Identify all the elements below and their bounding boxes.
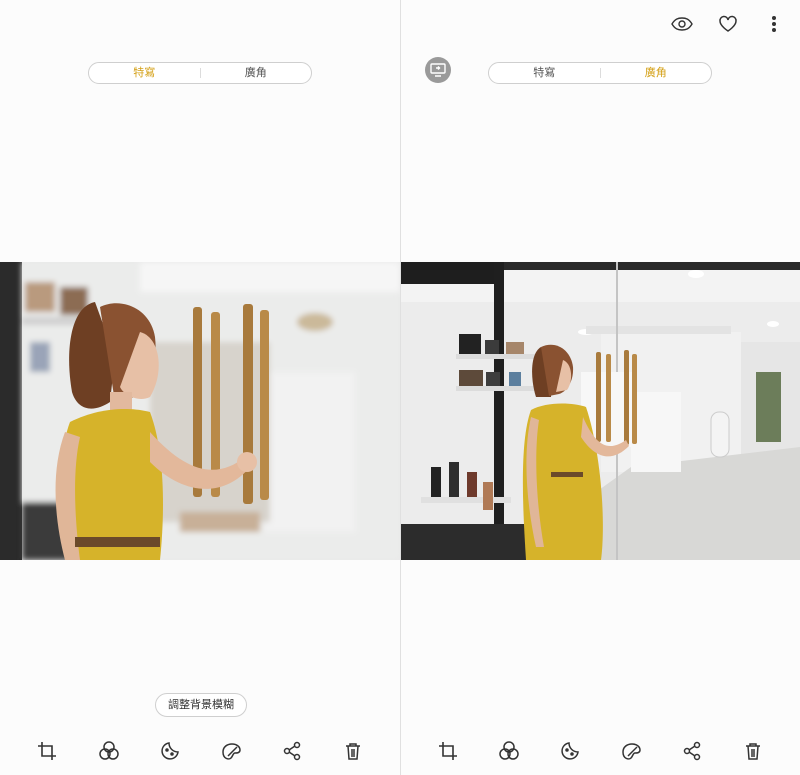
right-bottom-toolbar	[401, 736, 800, 766]
closeup-option[interactable]: 特寫	[489, 63, 600, 83]
camera-mode-toggle[interactable]: 特寫 廣角	[88, 62, 312, 84]
top-action-icons	[670, 12, 786, 36]
left-bottom-toolbar	[0, 736, 400, 766]
draw-icon[interactable]	[616, 736, 646, 766]
camera-mode-toggle[interactable]: 特寫 廣角	[488, 62, 712, 84]
sticker-icon[interactable]	[555, 736, 585, 766]
left-photo-panel: 特寫 廣角 調整背景模糊	[0, 0, 400, 775]
filter-icon[interactable]	[494, 736, 524, 766]
right-photo-panel: 特寫 廣角	[401, 0, 800, 775]
crop-icon[interactable]	[433, 736, 463, 766]
filter-icon[interactable]	[94, 736, 124, 766]
wide-angle-photo[interactable]	[401, 262, 800, 560]
closeup-option[interactable]: 特寫	[89, 63, 200, 83]
delete-icon[interactable]	[738, 736, 768, 766]
more-vertical-icon[interactable]	[762, 12, 786, 36]
delete-icon[interactable]	[338, 736, 368, 766]
wide-option[interactable]: 廣角	[201, 63, 312, 83]
crop-icon[interactable]	[32, 736, 62, 766]
heart-icon[interactable]	[716, 12, 740, 36]
adjust-background-blur-button[interactable]: 調整背景模糊	[155, 693, 247, 717]
eye-icon[interactable]	[670, 12, 694, 36]
screen-mirror-icon[interactable]	[425, 57, 451, 83]
closeup-photo[interactable]	[0, 262, 400, 560]
share-icon[interactable]	[277, 736, 307, 766]
sticker-icon[interactable]	[155, 736, 185, 766]
draw-icon[interactable]	[216, 736, 246, 766]
wide-option[interactable]: 廣角	[601, 63, 712, 83]
share-icon[interactable]	[677, 736, 707, 766]
